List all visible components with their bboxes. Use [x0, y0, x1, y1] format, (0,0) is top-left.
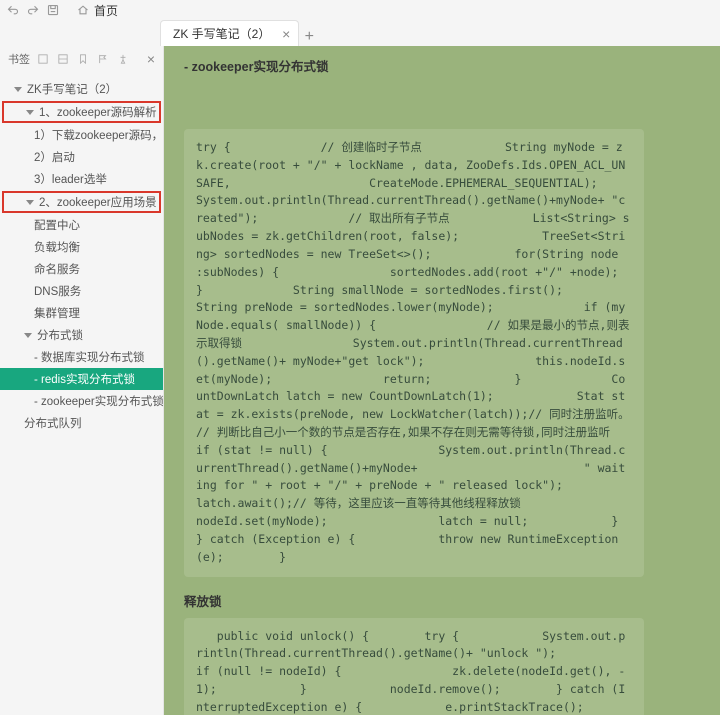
tree-item-startup[interactable]: 2）启动 — [0, 146, 163, 168]
bookmark-label: 书签 — [8, 51, 30, 67]
chevron-down-icon — [24, 333, 32, 338]
bookmark-icon[interactable] — [78, 53, 90, 65]
code-block-acquire-lock: try { // 创建临时子节点 String myNode = zk.crea… — [184, 129, 644, 577]
tree-item-load-balance[interactable]: 负载均衡 — [0, 236, 163, 258]
collapse-icon[interactable] — [58, 53, 70, 65]
home-tab[interactable]: 首页 — [76, 2, 118, 19]
document-tab[interactable]: ZK 手写笔记（2） × — [160, 20, 299, 46]
tree-item-cluster-mgmt[interactable]: 集群管理 — [0, 302, 163, 324]
tree-item-naming-service[interactable]: 命名服务 — [0, 258, 163, 280]
tree-item-dns-service[interactable]: DNS服务 — [0, 280, 163, 302]
outline-tree: ZK手写笔记（2） 1、zookeeper源码解析 1）下载zookeeper源… — [0, 72, 163, 434]
flag-icon[interactable] — [98, 53, 110, 65]
bookmark-toolbar: 书签 × — [0, 46, 163, 72]
tree-root[interactable]: ZK手写笔记（2） — [0, 78, 163, 100]
home-icon — [76, 3, 90, 17]
content-area[interactable]: - zookeeper实现分布式锁 try { // 创建临时子节点 Strin… — [164, 46, 720, 715]
tree-item-dist-lock[interactable]: 分布式锁 — [0, 324, 163, 346]
pin-icon[interactable] — [118, 53, 130, 65]
chevron-down-icon — [26, 110, 34, 115]
chevron-down-icon — [26, 200, 34, 205]
home-label: 首页 — [94, 2, 118, 19]
app-toolbar: 首页 — [0, 0, 720, 20]
redo-icon[interactable] — [26, 3, 40, 17]
chevron-down-icon — [14, 87, 22, 92]
add-tab-button[interactable]: + — [299, 28, 319, 46]
tab-title: ZK 手写笔记（2） — [173, 25, 270, 42]
close-tab-icon[interactable]: × — [282, 27, 290, 41]
tree-item-zk-lock[interactable]: - zookeeper实现分布式锁 — [0, 390, 163, 412]
save-icon[interactable] — [46, 3, 60, 17]
article-title: - zookeeper实现分布式锁 — [184, 56, 644, 75]
expand-icon[interactable] — [38, 53, 50, 65]
tree-item-use-cases[interactable]: 2、zookeeper应用场景 — [2, 191, 161, 213]
code-block-release-lock: public void unlock() { try { System.out.… — [184, 618, 644, 715]
tab-bar: ZK 手写笔记（2） × + — [0, 20, 720, 46]
sidebar: 书签 × ZK手写笔记（2） 1、zookeeper源码解析 1）下载zooke… — [0, 46, 164, 715]
heading-release-lock: 释放锁 — [184, 591, 644, 610]
tree-item-config-center[interactable]: 配置中心 — [0, 214, 163, 236]
tree-item-download-source[interactable]: 1）下载zookeeper源码，... — [0, 124, 163, 146]
undo-icon[interactable] — [6, 3, 20, 17]
close-sidebar-icon[interactable]: × — [147, 51, 155, 67]
tree-item-dist-queue[interactable]: 分布式队列 — [0, 412, 163, 434]
tree-item-source-analysis[interactable]: 1、zookeeper源码解析 — [2, 101, 161, 123]
tree-item-leader-election[interactable]: 3）leader选举 — [0, 168, 163, 190]
tree-item-db-lock[interactable]: - 数据库实现分布式锁 — [0, 346, 163, 368]
tree-item-redis-lock[interactable]: - redis实现分布式锁 — [0, 368, 163, 390]
